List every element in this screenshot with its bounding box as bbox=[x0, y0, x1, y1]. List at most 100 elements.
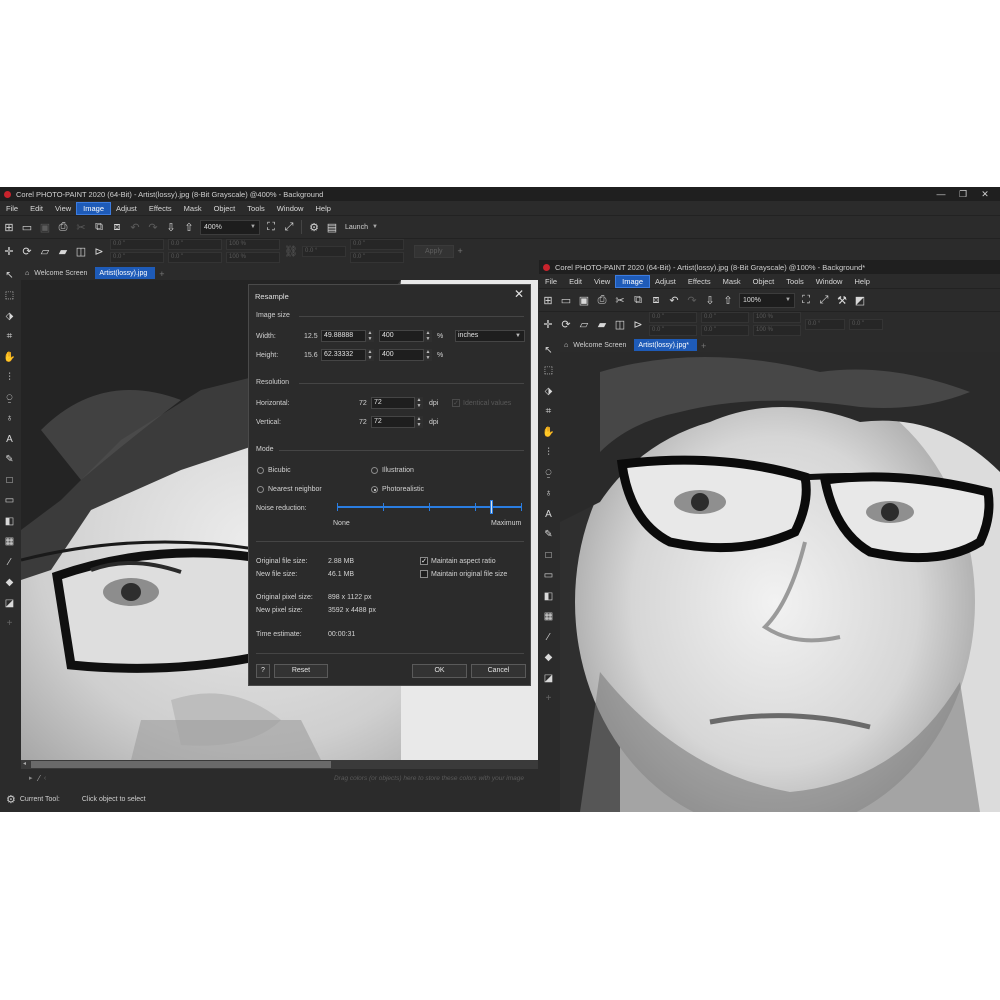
checker-fill-icon[interactable]: ▦ bbox=[5, 532, 14, 553]
menu-mask[interactable]: Mask bbox=[717, 276, 747, 287]
menu-tools[interactable]: Tools bbox=[241, 203, 271, 214]
zoom-to-fit-icon[interactable]: ⛶ bbox=[799, 293, 813, 307]
maintain-aspect-checkbox[interactable]: ✓ bbox=[420, 557, 428, 565]
close-window-icon[interactable]: ✕ bbox=[974, 187, 996, 201]
undo-icon[interactable]: ↶ bbox=[128, 220, 142, 234]
paint-bucket-icon[interactable]: ◆ bbox=[545, 648, 553, 669]
bicubic-radio[interactable] bbox=[257, 467, 264, 474]
menu-image[interactable]: Image bbox=[76, 201, 112, 215]
menu-adjust[interactable]: Adjust bbox=[649, 276, 682, 287]
new-image-icon[interactable]: ⊞ bbox=[2, 220, 16, 234]
cut-icon[interactable]: ✂ bbox=[613, 293, 627, 307]
pan-hand-icon[interactable]: ✋ bbox=[3, 347, 15, 368]
launch-chevron-down-icon[interactable]: ▼ bbox=[372, 224, 378, 230]
menu-edit[interactable]: Edit bbox=[24, 203, 49, 214]
color-swatches-icon[interactable]: ◪ bbox=[544, 668, 553, 689]
menu-help[interactable]: Help bbox=[309, 203, 336, 214]
flip-icon[interactable]: ⊳ bbox=[631, 317, 645, 331]
menu-file[interactable]: File bbox=[0, 203, 24, 214]
scale-icon[interactable]: ◫ bbox=[74, 244, 88, 258]
new-tab-icon[interactable]: + bbox=[159, 269, 164, 279]
eyedropper-palette-icon[interactable]: ⁄ bbox=[39, 774, 40, 783]
paste-icon[interactable]: ⧈ bbox=[649, 293, 663, 307]
pan-hand-icon[interactable]: ✋ bbox=[542, 422, 554, 443]
object-transparency-icon[interactable]: ◧ bbox=[5, 511, 14, 532]
new-image-icon[interactable]: ⊞ bbox=[541, 293, 555, 307]
eraser-icon[interactable]: ▭ bbox=[544, 566, 553, 587]
noise-reduction-slider[interactable] bbox=[337, 500, 522, 514]
adjust-icon[interactable]: ◩ bbox=[853, 293, 867, 307]
eyedropper-icon[interactable]: ⫶ bbox=[8, 368, 11, 389]
illustration-label[interactable]: Illustration bbox=[382, 467, 414, 474]
lock-ratio-icon[interactable]: ⛓ bbox=[284, 244, 298, 258]
add-icon[interactable]: + bbox=[458, 246, 463, 256]
eraser-icon[interactable]: ▭ bbox=[5, 491, 14, 512]
add-tool-icon[interactable]: + bbox=[7, 614, 13, 635]
photorealistic-label[interactable]: Photorealistic bbox=[382, 486, 424, 493]
maintain-aspect-label[interactable]: Maintain aspect ratio bbox=[431, 558, 496, 565]
tab-artist-lossy[interactable]: Artist(lossy).jpg bbox=[95, 267, 156, 279]
width-input[interactable]: 49.88888 bbox=[321, 330, 366, 342]
save-icon[interactable]: ▣ bbox=[38, 220, 52, 234]
menu-help[interactable]: Help bbox=[848, 276, 875, 287]
y-position-field[interactable]: 0.0 " bbox=[649, 325, 697, 336]
scale-x-field[interactable]: 100 % bbox=[226, 239, 280, 250]
redo-icon[interactable]: ↷ bbox=[685, 293, 699, 307]
rotate-icon[interactable]: ⟳ bbox=[559, 317, 573, 331]
center-x-field[interactable]: 0.0 " bbox=[350, 239, 404, 250]
width-percent-spinner[interactable]: ▲ ▼ bbox=[424, 330, 432, 342]
right-canvas-photo[interactable] bbox=[560, 352, 1000, 812]
maintain-file-size-label[interactable]: Maintain original file size bbox=[431, 571, 507, 578]
full-screen-icon[interactable]: ⤢ bbox=[282, 220, 296, 234]
text-tool-icon[interactable]: A bbox=[545, 504, 552, 525]
import-icon[interactable]: ⇩ bbox=[164, 220, 178, 234]
text-tool-icon[interactable]: A bbox=[6, 429, 13, 450]
reset-button[interactable]: Reset bbox=[274, 664, 328, 678]
zoom-level-select[interactable]: 400% ▼ bbox=[200, 219, 260, 235]
menu-effects[interactable]: Effects bbox=[143, 203, 178, 214]
crop-tool-icon[interactable]: ⌗ bbox=[546, 402, 552, 423]
cancel-button[interactable]: Cancel bbox=[471, 664, 526, 678]
rectangle-mask-icon[interactable]: ⬚ bbox=[5, 286, 14, 307]
eyedropper-icon[interactable]: ⫶ bbox=[547, 443, 550, 464]
menu-adjust[interactable]: Adjust bbox=[110, 203, 143, 214]
color-dropper-icon[interactable]: ⁄ bbox=[548, 627, 550, 648]
rectangle-tool-icon[interactable]: □ bbox=[545, 545, 551, 566]
units-select[interactable]: inches ▼ bbox=[455, 330, 525, 342]
ok-button[interactable]: OK bbox=[412, 664, 467, 678]
height-percent-spinner[interactable]: ▲ ▼ bbox=[424, 349, 432, 361]
print-icon[interactable]: ⎙ bbox=[56, 220, 70, 234]
menu-file[interactable]: File bbox=[539, 276, 563, 287]
copy-icon[interactable]: ⧉ bbox=[92, 220, 106, 234]
open-folder-icon[interactable]: ▭ bbox=[559, 293, 573, 307]
skew-icon[interactable]: ▱ bbox=[577, 317, 591, 331]
width-spinner[interactable]: ▲ ▼ bbox=[366, 330, 374, 342]
menu-tools[interactable]: Tools bbox=[780, 276, 810, 287]
scroll-left-icon[interactable]: ◂ bbox=[23, 760, 26, 767]
maintain-file-size-checkbox[interactable] bbox=[420, 570, 428, 578]
center-x-field[interactable]: 0.0 " bbox=[849, 318, 883, 330]
menu-edit[interactable]: Edit bbox=[563, 276, 588, 287]
menu-mask[interactable]: Mask bbox=[178, 203, 208, 214]
move-icon[interactable]: ✛ bbox=[541, 317, 555, 331]
color-swatches-icon[interactable]: ◪ bbox=[5, 593, 14, 614]
launch-icon[interactable]: ▤ bbox=[325, 220, 339, 234]
clone-tool-icon[interactable]: ♁ bbox=[545, 484, 553, 505]
brush-icon[interactable]: ✎ bbox=[5, 450, 13, 471]
status-gear-icon[interactable]: ⚙ bbox=[6, 793, 16, 806]
menu-window[interactable]: Window bbox=[271, 203, 310, 214]
save-icon[interactable]: ▣ bbox=[577, 293, 591, 307]
scroll-thumb[interactable] bbox=[31, 761, 331, 768]
scale-x-field[interactable]: 100 % bbox=[753, 312, 801, 323]
launch-label[interactable]: Launch bbox=[345, 224, 368, 231]
zoom-level-select[interactable]: 100% ▼ bbox=[739, 292, 795, 308]
paint-bucket-icon[interactable]: ◆ bbox=[6, 573, 14, 594]
palette-chevron-icon[interactable]: ‹ bbox=[44, 775, 46, 782]
scale-y-field[interactable]: 100 % bbox=[753, 325, 801, 336]
help-button[interactable]: ? bbox=[256, 664, 270, 678]
copy-icon[interactable]: ⧉ bbox=[631, 293, 645, 307]
distort-icon[interactable]: ▰ bbox=[56, 244, 70, 258]
identical-values-checkbox[interactable]: ✓ bbox=[452, 399, 460, 407]
checker-fill-icon[interactable]: ▦ bbox=[544, 607, 553, 628]
photorealistic-radio[interactable] bbox=[371, 486, 378, 493]
